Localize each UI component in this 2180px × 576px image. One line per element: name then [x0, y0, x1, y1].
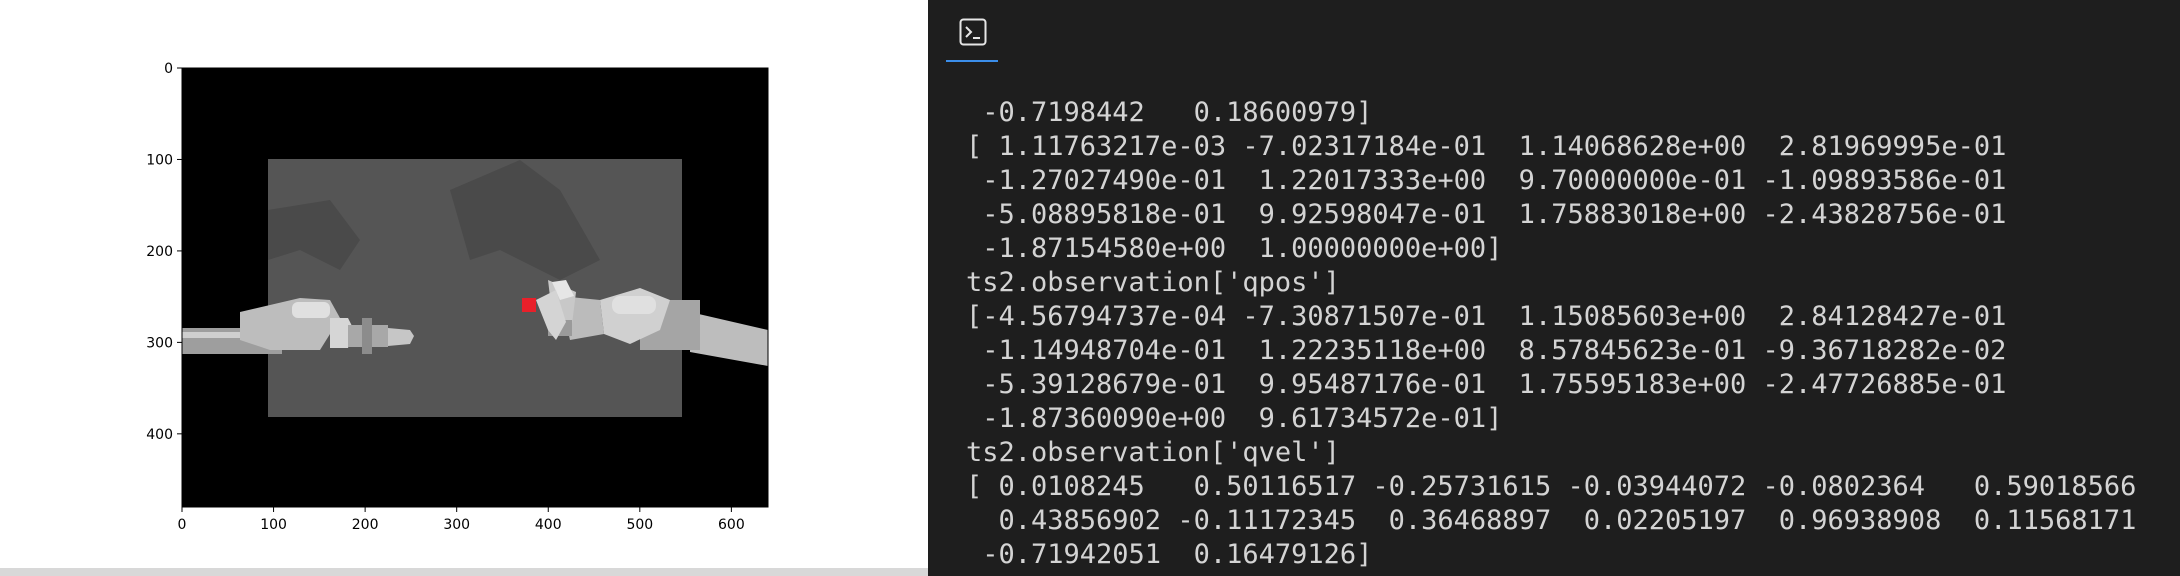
- terminal-tab[interactable]: [946, 12, 998, 62]
- y-tick-label: 200: [146, 244, 173, 260]
- terminal-line: ts2.observation['qvel']: [966, 437, 1340, 468]
- terminal-line: -1.14948704e-01 1.22235118e+00 8.5784562…: [966, 335, 2007, 366]
- image-plot: 0 100 200 300 400 500 600 0 100 200 300 400: [146, 61, 769, 533]
- terminal-line: -1.87360090e+00 9.61734572e-01]: [966, 403, 1503, 434]
- terminal-line: -5.39128679e-01 9.95487176e-01 1.7559518…: [966, 369, 2007, 400]
- terminal-line: -0.7198442 0.18600979]: [966, 97, 1373, 128]
- terminal-output: -0.7198442 0.18600979][ 1.11763217e-03 -…: [966, 96, 2136, 572]
- y-tick-label: 0: [164, 61, 173, 77]
- terminal-line: [ 1.11763217e-03 -7.02317184e-01 1.14068…: [966, 131, 2007, 162]
- y-axis-ticks: 0 100 200 300 400: [146, 61, 182, 443]
- terminal-line: -0.71942051 0.16479126]: [966, 539, 1373, 570]
- plot-pane: 0 100 200 300 400 500 600 0 100 200 300 400: [0, 0, 928, 576]
- terminal-pane: -0.7198442 0.18600979][ 1.11763217e-03 -…: [928, 0, 2180, 576]
- terminal-line: -1.87154580e+00 1.00000000e+00]: [966, 233, 1503, 264]
- y-tick-label: 100: [146, 152, 173, 168]
- terminal-line: [ 0.0108245 0.50116517 -0.25731615 -0.03…: [966, 471, 2137, 502]
- horizontal-scrollbar[interactable]: [0, 568, 928, 576]
- y-tick-label: 300: [146, 335, 173, 351]
- plot-image: [182, 68, 768, 507]
- y-tick-label: 400: [146, 427, 173, 443]
- terminal-prompt-icon[interactable]: [959, 18, 987, 46]
- terminal-line: -5.08895818e-01 9.92598047e-01 1.7588301…: [966, 199, 2007, 230]
- x-tick-label: 100: [260, 517, 287, 533]
- x-tick-label: 400: [535, 517, 562, 533]
- terminal-line: [-4.56794737e-04 -7.30871507e-01 1.15085…: [966, 301, 2007, 332]
- x-tick-label: 200: [352, 517, 379, 533]
- x-tick-label: 600: [718, 517, 745, 533]
- x-axis-ticks: 0 100 200 300 400 500 600: [178, 507, 745, 533]
- terminal-line: 0.43856902 -0.11172345 0.36468897 0.0220…: [966, 505, 2137, 536]
- red-cube: [522, 298, 536, 312]
- terminal-line: ts2.observation['qpos']: [966, 267, 1340, 298]
- x-tick-label: 0: [178, 517, 187, 533]
- x-tick-label: 300: [443, 517, 470, 533]
- terminal-line: -1.27027490e-01 1.22017333e+00 9.7000000…: [966, 165, 2007, 196]
- x-tick-label: 500: [626, 517, 653, 533]
